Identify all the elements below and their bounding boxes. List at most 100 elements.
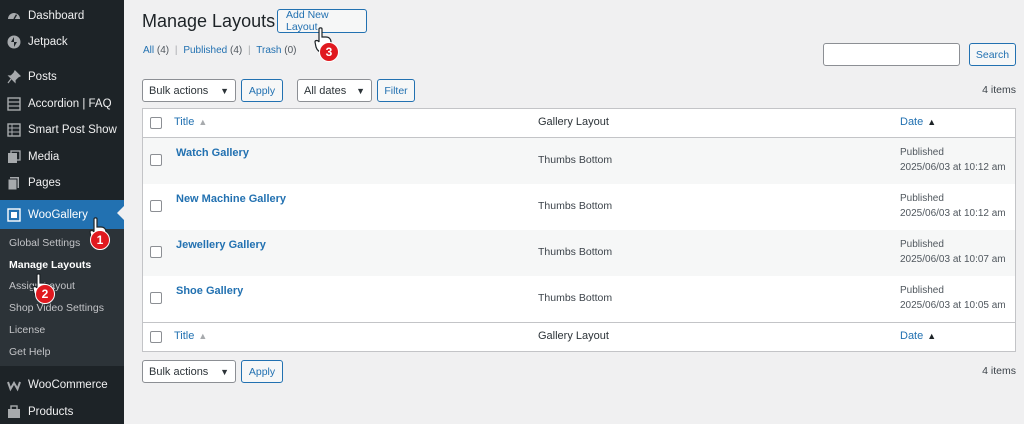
bulk-actions-value: Bulk actions bbox=[149, 84, 209, 97]
table-footer-row: Title ▲︎ Gallery Layout Date ▲︎ bbox=[143, 322, 1015, 351]
active-menu-arrow bbox=[117, 206, 124, 220]
sort-desc-icon: ▲︎ bbox=[927, 331, 937, 341]
sidebar-item-pages[interactable]: Pages bbox=[0, 170, 124, 196]
filter-button[interactable]: Filter bbox=[377, 79, 415, 102]
row-checkbox[interactable] bbox=[150, 246, 162, 258]
row-title-link[interactable]: Shoe Gallery bbox=[176, 285, 243, 297]
column-gallery-layout-footer: Gallery Layout bbox=[538, 330, 609, 342]
filter-all-link[interactable]: All bbox=[143, 45, 154, 56]
column-date-footer[interactable]: Date ▲︎ bbox=[900, 330, 936, 342]
date-filter-select[interactable]: All dates ▼ bbox=[297, 79, 372, 102]
row-title-link[interactable]: Watch Gallery bbox=[176, 147, 249, 159]
sidebar-item-posts[interactable]: Posts bbox=[0, 64, 124, 90]
table-row: New Machine Gallery Thumbs Bottom Publis… bbox=[143, 184, 1015, 230]
bulk-actions-select-bottom[interactable]: Bulk actions ▼ bbox=[142, 360, 236, 383]
layouts-table: Title ▲︎ Gallery Layout Date ▲︎ Watch Gall… bbox=[142, 108, 1016, 352]
row-date: 2025/06/03 at 10:07 am bbox=[900, 254, 1006, 265]
media-icon bbox=[7, 150, 21, 164]
column-title-label: Title bbox=[174, 330, 195, 342]
row-status: Published bbox=[900, 193, 944, 204]
row-status: Published bbox=[900, 285, 944, 296]
filter-all-count: (4) bbox=[156, 45, 170, 56]
jetpack-icon bbox=[7, 35, 21, 49]
filter-trash-link[interactable]: Trash bbox=[256, 45, 281, 56]
sort-desc-icon: ▲︎ bbox=[927, 117, 937, 127]
submenu-item-license[interactable]: License bbox=[9, 324, 45, 336]
sidebar-item-smart-post-show[interactable]: Smart Post Show bbox=[0, 117, 124, 143]
column-date-label: Date bbox=[900, 116, 924, 128]
row-gallery-layout: Thumbs Bottom bbox=[538, 200, 613, 212]
row-status: Published bbox=[900, 147, 944, 158]
table-header-row: Title ▲︎ Gallery Layout Date ▲︎ bbox=[143, 109, 1015, 138]
sidebar-item-label: Pages bbox=[28, 177, 61, 189]
filter-published-link[interactable]: Published bbox=[183, 45, 227, 56]
chevron-down-icon: ▼ bbox=[356, 85, 365, 96]
step-badge-2: 2 bbox=[35, 284, 55, 304]
woocommerce-icon bbox=[7, 378, 21, 392]
chevron-down-icon: ▼ bbox=[220, 85, 229, 96]
filter-published-count: (4) bbox=[230, 45, 243, 56]
submenu-item-manage-layouts[interactable]: Manage Layouts bbox=[9, 259, 91, 271]
page-title: Manage Layouts bbox=[142, 11, 276, 31]
admin-sidebar: Dashboard Jetpack Posts Accordion | FAQ … bbox=[0, 0, 124, 424]
step-badge-3: 3 bbox=[319, 42, 339, 62]
sort-icon: ▲︎ bbox=[198, 331, 208, 341]
pin-icon bbox=[7, 70, 21, 84]
sort-icon: ▲︎ bbox=[198, 117, 208, 127]
sidebar-item-media[interactable]: Media bbox=[0, 144, 124, 170]
row-title-link[interactable]: New Machine Gallery bbox=[176, 193, 286, 205]
status-filters: All (4) | Published (4) | Trash (0) bbox=[143, 45, 296, 56]
row-date: 2025/06/03 at 10:05 am bbox=[900, 300, 1006, 311]
column-title-footer[interactable]: Title ▲︎ bbox=[174, 330, 207, 342]
table-row: Jewellery Gallery Thumbs Bottom Publishe… bbox=[143, 230, 1015, 276]
apply-button-bottom[interactable]: Apply bbox=[241, 360, 283, 383]
row-gallery-layout: Thumbs Bottom bbox=[538, 154, 613, 166]
apply-button[interactable]: Apply bbox=[241, 79, 283, 102]
filter-separator: | bbox=[248, 45, 251, 56]
row-checkbox[interactable] bbox=[150, 200, 162, 212]
submenu-item-get-help[interactable]: Get Help bbox=[9, 346, 50, 358]
dashboard-icon bbox=[7, 9, 21, 23]
sidebar-item-dashboard[interactable]: Dashboard bbox=[0, 3, 124, 29]
chevron-down-icon: ▼ bbox=[220, 366, 229, 377]
submenu-item-shop-video-settings[interactable]: Shop Video Settings bbox=[9, 302, 104, 314]
filter-separator: | bbox=[174, 45, 178, 56]
column-title-header[interactable]: Title ▲︎ bbox=[174, 116, 207, 128]
search-input[interactable] bbox=[823, 43, 960, 66]
sidebar-item-woocommerce[interactable]: WooCommerce bbox=[0, 372, 124, 398]
select-all-checkbox[interactable] bbox=[150, 117, 162, 129]
sidebar-item-label: Products bbox=[28, 406, 74, 418]
items-count-bottom: 4 items bbox=[982, 365, 1016, 377]
date-filter-value: All dates bbox=[304, 84, 347, 97]
column-date-header[interactable]: Date ▲︎ bbox=[900, 116, 936, 128]
column-title-label: Title bbox=[174, 116, 195, 128]
sidebar-item-jetpack[interactable]: Jetpack bbox=[0, 29, 124, 55]
row-date: 2025/06/03 at 10:12 am bbox=[900, 208, 1006, 219]
page-icon bbox=[7, 176, 21, 190]
main-content: Manage Layouts Add New Layout All (4) | … bbox=[124, 0, 1024, 424]
submenu-item-global-settings[interactable]: Global Settings bbox=[9, 237, 80, 249]
sidebar-item-label: Dashboard bbox=[28, 10, 85, 22]
row-checkbox[interactable] bbox=[150, 154, 162, 166]
list-icon bbox=[7, 97, 21, 111]
row-date: 2025/06/03 at 10:12 am bbox=[900, 162, 1006, 173]
step-badge-1: 1 bbox=[90, 230, 110, 250]
table-row: Watch Gallery Thumbs Bottom Published 20… bbox=[143, 138, 1015, 184]
filter-trash-count: (0) bbox=[284, 45, 297, 56]
sidebar-item-products[interactable]: Products bbox=[0, 399, 124, 424]
row-gallery-layout: Thumbs Bottom bbox=[538, 246, 613, 258]
bulk-actions-value: Bulk actions bbox=[149, 365, 209, 378]
sidebar-item-label: WooGallery bbox=[28, 208, 88, 221]
items-count: 4 items bbox=[982, 84, 1016, 96]
sidebar-item-accordion-faq[interactable]: Accordion | FAQ bbox=[0, 91, 124, 117]
sidebar-item-label: WooCommerce bbox=[28, 379, 108, 391]
search-button[interactable]: Search bbox=[969, 43, 1016, 66]
table-row: Shoe Gallery Thumbs Bottom Published 202… bbox=[143, 276, 1015, 322]
bulk-actions-select[interactable]: Bulk actions ▼ bbox=[142, 79, 236, 102]
row-status: Published bbox=[900, 239, 944, 250]
select-all-checkbox[interactable] bbox=[150, 331, 162, 343]
row-title-link[interactable]: Jewellery Gallery bbox=[176, 239, 266, 251]
products-icon bbox=[7, 405, 21, 419]
row-checkbox[interactable] bbox=[150, 292, 162, 304]
column-gallery-layout-header: Gallery Layout bbox=[538, 116, 609, 128]
